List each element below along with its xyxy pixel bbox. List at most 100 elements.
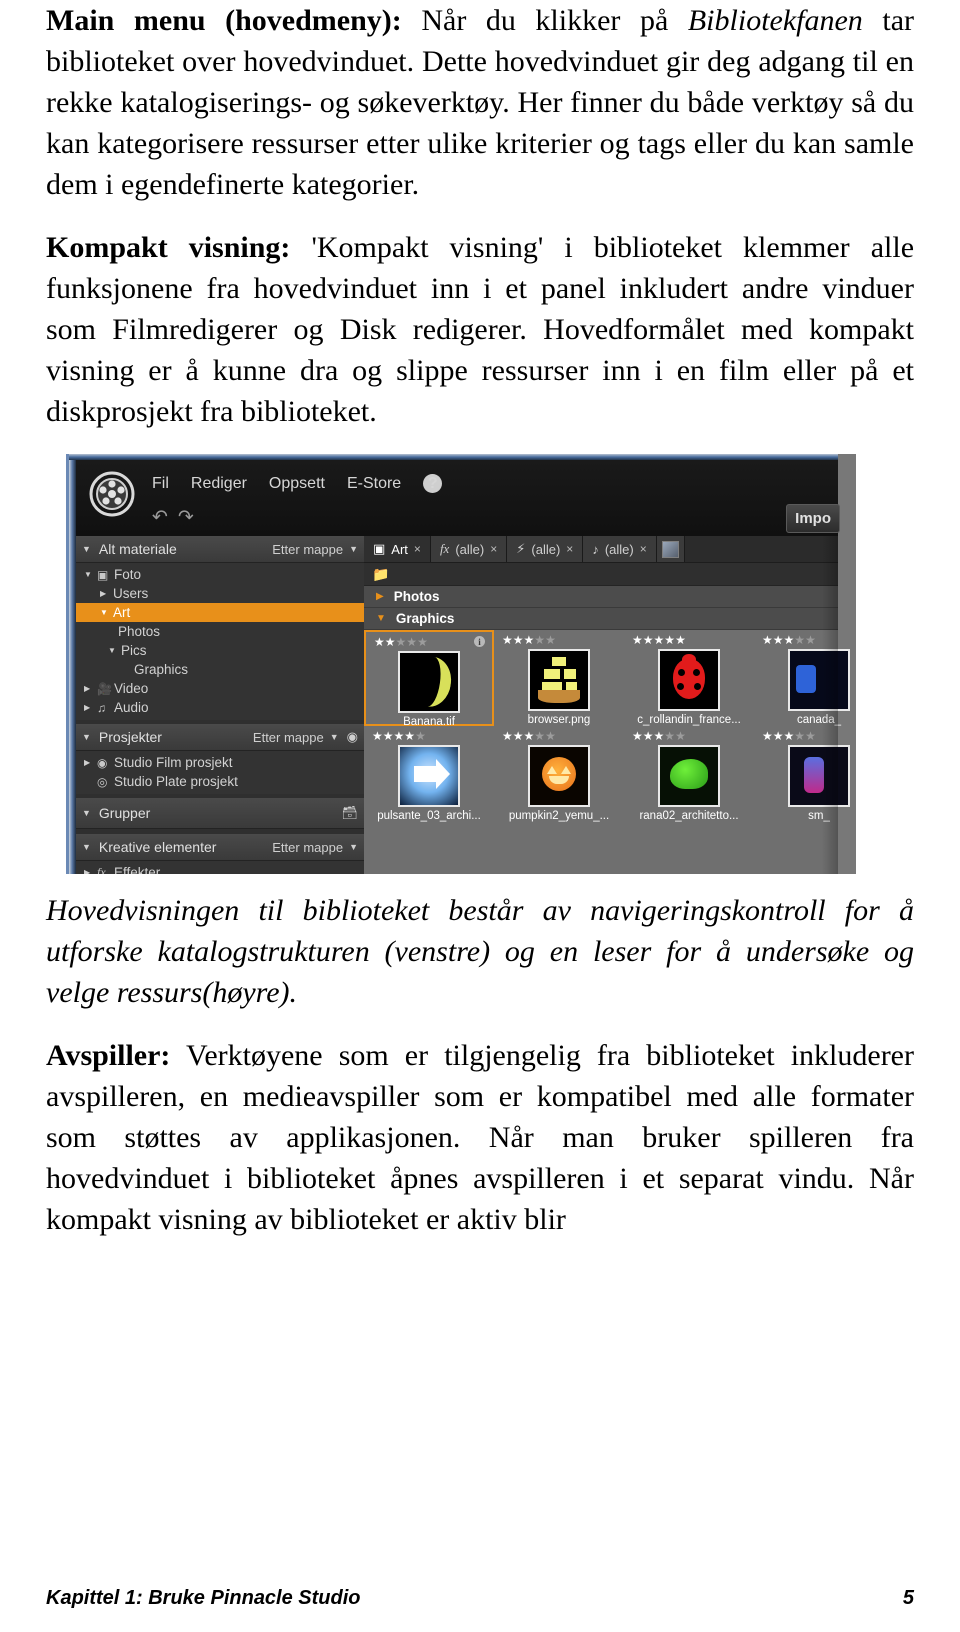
sidebar-item-studio-plate-prosjekt[interactable]: ◎ Studio Plate prosjekt	[76, 772, 364, 791]
help-icon[interactable]: ?	[423, 474, 443, 493]
film-reel-icon: ◉	[97, 755, 108, 770]
camera-icon: ▣	[97, 567, 109, 582]
sidebar-item-pics[interactable]: ▼ Pics	[76, 641, 364, 660]
film-reel-icon[interactable]	[88, 470, 136, 518]
filter-chip-art[interactable]: ▣ Art ×	[364, 536, 431, 562]
group-row-photos[interactable]: ▶ Photos	[364, 586, 838, 608]
sidebar-item-label: Studio Plate prosjekt	[114, 774, 238, 789]
sidebar-tree-alt-materiale: ▼ ▣ Foto ▶ Users ▼ Art Photos ▼ Pics Gra…	[76, 563, 364, 720]
chevron-right-icon[interactable]: ▶	[84, 703, 97, 712]
chevron-down-icon[interactable]: ▼	[82, 732, 91, 742]
chevron-down-icon[interactable]: ▼	[349, 544, 358, 554]
rating-stars[interactable]: ★ ★ ★ ★ ★	[494, 633, 624, 647]
paragraph-lead-kompakt-visning: Kompakt visning:	[46, 231, 291, 264]
chevron-down-icon[interactable]: ▼	[108, 646, 121, 655]
sidebar-section-header-kreative-elementer[interactable]: ▼ Kreative elementer Etter mappe ▼	[76, 834, 364, 861]
sidebar-tree-kreative-elementer: ▶ fx Effekter	[76, 861, 364, 874]
sidebar-item-video[interactable]: ▶ 🎥 Video	[76, 679, 364, 698]
sidebar-item-photos[interactable]: Photos	[76, 622, 364, 641]
rating-stars[interactable]: ★ ★ ★ ★ ★	[624, 729, 754, 743]
thumbnail-image	[658, 745, 720, 807]
sidebar-item-studio-film-prosjekt[interactable]: ▶ ◉ Studio Film prosjekt	[76, 753, 364, 772]
close-icon[interactable]: ×	[640, 542, 647, 556]
sidebar-item-users[interactable]: ▶ Users	[76, 584, 364, 603]
sort-label[interactable]: Etter mappe	[272, 840, 343, 855]
thumbnail-image	[528, 745, 590, 807]
chevron-down-icon[interactable]: ▼	[100, 608, 113, 617]
thumbnail-item-ladybug[interactable]: ★ ★ ★ ★ ★ c_rollandin_france...	[624, 630, 754, 727]
close-icon[interactable]: ×	[490, 542, 497, 556]
sidebar-item-label: Users	[113, 586, 149, 601]
thumbnail-image	[788, 745, 850, 807]
chevron-down-icon[interactable]: ▼	[349, 842, 358, 852]
sidebar-section-header-prosjekter[interactable]: ▼ Prosjekter Etter mappe ▼ ◉	[76, 724, 364, 751]
rating-stars[interactable]: ★ ★ ★ ★ ★	[754, 633, 856, 647]
chevron-down-icon[interactable]: ▼	[82, 544, 91, 554]
close-icon[interactable]: ×	[414, 542, 421, 556]
thumbnail-filename: canada_	[796, 714, 842, 726]
window-left-edge	[69, 454, 76, 874]
thumbnail-item-pulsante[interactable]: ★ ★ ★ ★ ★ pulsante_03_archi...	[364, 726, 494, 823]
undo-arrow-icon[interactable]: ↶	[152, 506, 168, 529]
sidebar-item-graphics[interactable]: Graphics	[76, 660, 364, 679]
browser-toolbar: 📁	[364, 563, 838, 586]
new-folder-icon[interactable]: 📁	[372, 566, 389, 583]
chevron-right-icon[interactable]: ▶	[84, 758, 97, 767]
thumbnail-item-sm[interactable]: ★ ★ ★ ★ ★ sm_	[754, 726, 856, 822]
thumbnail-item-rana[interactable]: ★ ★ ★ ★ ★ rana02_architetto...	[624, 726, 754, 823]
chevron-down-icon[interactable]: ▼	[376, 613, 386, 624]
filter-chip-thumbnail-toggle[interactable]	[656, 536, 685, 562]
rating-stars[interactable]: ★ ★ ★ ★ ★ i	[366, 635, 492, 649]
menu-item-estore[interactable]: E-Store	[347, 475, 401, 493]
filter-chip-effects[interactable]: fx (alle) ×	[430, 536, 508, 562]
emphasis-bibliotekfanen: Bibliotekfanen	[687, 4, 863, 37]
filter-chip-audio[interactable]: ♪ (alle) ×	[583, 536, 657, 562]
add-project-icon[interactable]: ◉	[347, 729, 358, 745]
thumbnail-filename: pulsante_03_archi...	[377, 810, 481, 822]
thumbnail-item-canada[interactable]: ★ ★ ★ ★ ★ canada_	[754, 630, 856, 726]
close-icon[interactable]: ×	[566, 542, 573, 556]
sidebar-item-audio[interactable]: ▶ ♫ Audio	[76, 698, 364, 717]
rating-stars[interactable]: ★ ★ ★ ★ ★	[624, 633, 754, 647]
thumbnail-item-pumpkin[interactable]: ★ ★ ★ ★ ★ pumpkin2_yemu_...	[494, 726, 624, 823]
chevron-right-icon[interactable]: ▶	[100, 589, 113, 598]
sort-label[interactable]: Etter mappe	[253, 730, 324, 745]
library-navigator-sidebar: ▼ Alt materiale Etter mappe ▼ ▼ ▣ Foto ▶…	[76, 536, 364, 874]
menu-item-oppsett[interactable]: Oppsett	[269, 475, 325, 493]
rating-stars[interactable]: ★ ★ ★ ★ ★	[754, 729, 856, 743]
sidebar-section-header-alt-materiale[interactable]: ▼ Alt materiale Etter mappe ▼	[76, 536, 364, 563]
chevron-down-icon[interactable]: ▼	[84, 570, 97, 579]
chevron-down-icon[interactable]: ▼	[330, 732, 339, 742]
chevron-right-icon[interactable]: ▶	[84, 684, 97, 693]
filter-chip-transitions[interactable]: ⚡ (alle) ×	[507, 536, 584, 562]
rating-stars[interactable]: ★ ★ ★ ★ ★	[494, 729, 624, 743]
sidebar-section-header-grupper[interactable]: ▼ Grupper 🗃	[76, 798, 364, 829]
thumbnail-row: ★★★★★ pulsante_03_archi... ★★★★★	[364, 726, 850, 823]
rating-stars[interactable]: ★ ★ ★ ★ ★	[364, 729, 494, 743]
import-button[interactable]: Impo	[786, 504, 840, 533]
library-browser-pane: ▣ Art × fx (alle) × ⚡ (alle) × ♪ (alle) …	[364, 536, 850, 874]
sidebar-item-foto[interactable]: ▼ ▣ Foto	[76, 565, 364, 584]
sort-label[interactable]: Etter mappe	[272, 542, 343, 557]
sidebar-item-label: Pics	[121, 643, 147, 658]
page-footer: Kapittel 1: Bruke Pinnacle Studio 5	[46, 1587, 914, 1610]
thumbnail-filename: c_rollandin_france...	[637, 714, 741, 726]
chevron-down-icon[interactable]: ▼	[82, 808, 91, 818]
menu-item-rediger[interactable]: Rediger	[191, 475, 247, 493]
thumbnail-item-browser[interactable]: ★ ★ ★ ★ ★ browser.png	[494, 630, 624, 727]
thumbnail-image	[658, 649, 720, 711]
chevron-right-icon[interactable]: ▶	[84, 868, 97, 874]
chevron-right-icon[interactable]: ▶	[376, 591, 384, 602]
thumbnail-filename: pumpkin2_yemu_...	[508, 810, 610, 822]
sidebar-item-art[interactable]: ▼ Art	[76, 603, 364, 622]
paragraph-lead-main-menu: Main menu (hovedmeny):	[46, 4, 402, 37]
thumbnail-item-banana[interactable]: ★ ★ ★ ★ ★ i Banana.tif	[364, 630, 494, 728]
info-icon[interactable]: i	[474, 636, 485, 647]
redo-arrow-icon[interactable]: ↷	[178, 506, 194, 529]
sidebar-item-effekter[interactable]: ▶ fx Effekter	[76, 863, 364, 874]
menu-item-fil[interactable]: Fil	[152, 475, 169, 493]
chevron-down-icon[interactable]: ▼	[82, 842, 91, 852]
sidebar-item-label: Studio Film prosjekt	[114, 755, 233, 770]
group-row-graphics[interactable]: ▼ Graphics	[364, 608, 838, 630]
add-group-icon[interactable]: 🗃	[341, 805, 358, 821]
